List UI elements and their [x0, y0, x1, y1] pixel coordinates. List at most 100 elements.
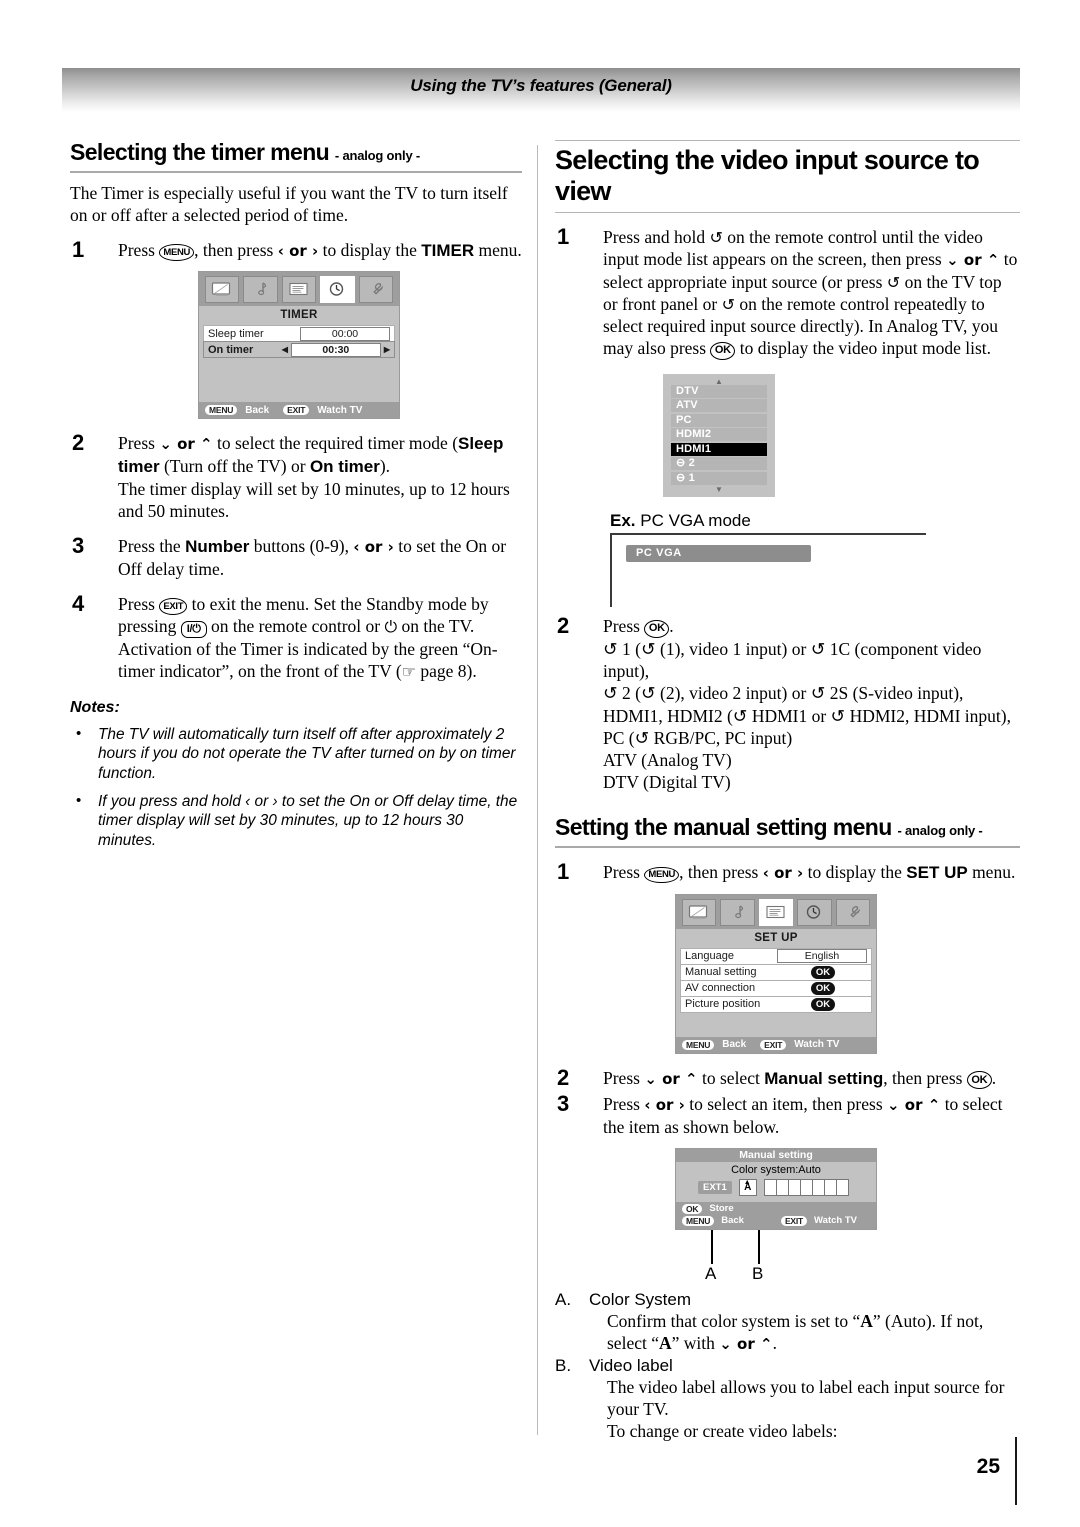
osd-title: TIMER [199, 306, 399, 326]
step-text-a: Press [118, 239, 160, 260]
source-item-video2[interactable]: ⊖ 2 [671, 457, 767, 471]
step-number: 1 [557, 224, 570, 249]
label-char-box[interactable] [823, 1178, 836, 1196]
osd-tab-sound-icon[interactable] [720, 898, 755, 926]
timer-step-2: 2 Press ⌄ or ⌃ to select the required ti… [70, 430, 522, 522]
power-key-icon: I/⏻ [180, 621, 207, 639]
running-header-title: Using the TV’s features (General) [410, 76, 672, 95]
osd-row-value: English [777, 949, 867, 964]
exit-key-badge: EXIT [780, 1215, 808, 1226]
number-bold: Number [185, 537, 250, 557]
step-text: Press MENU, then press ‹ or › to display… [603, 862, 1016, 884]
item-body: The video label allows you to label each… [589, 1376, 1020, 1442]
ms-step1-d: menu. [967, 862, 1016, 883]
osd-tab-feature-icon[interactable] [758, 898, 794, 926]
step-number: 4 [72, 590, 85, 616]
ms-step2-c: , then press [883, 1067, 967, 1088]
video-label-field[interactable] [763, 1178, 849, 1196]
color-system-field[interactable]: ▲ A [738, 1178, 757, 1196]
step-text: Press ‹ or › to select an item, then pre… [603, 1094, 1003, 1136]
osd-row-picture-position[interactable]: Picture position OK [680, 995, 872, 1013]
step-number: 1 [72, 236, 85, 262]
ms-field-row: EXT1 ▲ A [676, 1178, 876, 1202]
label-char-box[interactable] [775, 1178, 788, 1196]
section-heading-video-input: Selecting the video input source to view [555, 140, 1020, 213]
input-desc-line: ↺ 2 (↺ (2), video 2 input) or ↺ 2S (S-vi… [603, 683, 964, 704]
source-item-hdmi1-selected[interactable]: HDMI1 [671, 442, 767, 456]
timer-step-3: 3 Press the Number buttons (0-9), ‹ or ›… [70, 533, 522, 580]
step4-text-f: page 8). [416, 661, 477, 682]
label-char-box[interactable] [811, 1178, 824, 1196]
label-char-box[interactable] [787, 1178, 800, 1196]
callout-label-a: A [705, 1263, 717, 1283]
ok-key-icon: OK [644, 619, 670, 638]
step-number: 3 [557, 1091, 570, 1117]
ok-key-icon: OK [966, 1071, 992, 1090]
note-item: If you press and hold ‹ or › to set the … [70, 791, 522, 851]
manual-setting-step-1: 1 Press MENU, then press ‹ or › to displ… [555, 859, 1020, 884]
timer-step-4: 4 Press EXIT to exit the menu. Set the S… [70, 590, 522, 683]
osd-row-on-timer[interactable]: On timer ◀ 00:30 ▶ [203, 341, 395, 359]
left-right-arrow-icon: ‹ or › [277, 241, 319, 260]
item-title: Video label [589, 1355, 673, 1375]
menu-key-label: Back [721, 1215, 744, 1227]
source-item-dtv[interactable]: DTV [671, 384, 767, 398]
osd-tab-timer-icon[interactable] [797, 898, 832, 926]
scroll-up-caret-icon[interactable]: ▲ [671, 377, 767, 385]
osd-tab-timer-icon[interactable] [320, 276, 355, 304]
heading-main-text: Setting the manual setting menu [555, 814, 892, 841]
heading-suffix-text: - analog only - [897, 823, 983, 839]
osd-row-av-connection[interactable]: AV connection OK [680, 979, 872, 996]
step4-text-c: on the remote control or [206, 616, 385, 637]
step-number: 2 [72, 430, 85, 456]
osd-row-sleep-timer[interactable]: Sleep timer 00:00 [203, 325, 395, 342]
video-input-source-list: ▲ DTV ATV PC HDMI2 HDMI1 ⊖ 2 ⊖ 1 ▼ [663, 373, 775, 498]
step2-text-a: Press [118, 433, 160, 454]
label-char-box[interactable] [799, 1178, 812, 1196]
step-number: 2 [557, 613, 570, 639]
source-item-pc[interactable]: PC [671, 413, 767, 427]
label-char-box[interactable] [835, 1178, 849, 1196]
label-char-box[interactable] [763, 1178, 776, 1196]
right-column: Selecting the video input source to view… [555, 140, 1020, 1442]
menu-key-icon: MENU [159, 244, 195, 261]
step-text: Press the Number buttons (0-9), ‹ or › t… [118, 536, 506, 579]
osd-tab-strip [199, 272, 399, 307]
menu-key-label: Back [722, 1039, 747, 1051]
step-text: Press OK. ↺ 1 (↺ (1), video 1 input) or ↺… [603, 616, 1011, 792]
source-item-hdmi2[interactable]: HDMI2 [671, 428, 767, 442]
item-b-text-2: To change or create video labels: [607, 1420, 838, 1441]
step4-text-d: on the TV. [397, 616, 475, 637]
exit-key-label: Watch TV [317, 404, 363, 416]
callout-labels: A B [675, 1264, 875, 1286]
osd-tab-setup-icon[interactable] [358, 276, 394, 304]
osd-tab-picture-icon[interactable] [204, 276, 240, 304]
osd-tab-feature-icon[interactable] [281, 276, 317, 304]
page-number: 25 [976, 1455, 1000, 1478]
timer-intro-paragraph: The Timer is especially useful if you wa… [70, 182, 508, 225]
source-item-atv[interactable]: ATV [671, 399, 767, 413]
down-up-arrow-icon: ⌄ or ⌃ [887, 1096, 941, 1115]
notes-list: The TV will automatically turn itself of… [70, 724, 522, 851]
step3-text-a: Press the [118, 536, 186, 557]
pointing-hand-icon: ☞ [401, 662, 416, 682]
item-a-text-4: . [772, 1332, 777, 1353]
step2-line2: The timer display will set by 10 minutes… [118, 478, 510, 521]
ms-step1-c: to display the [803, 862, 907, 883]
left-right-arrow-icon: ‹ or › [644, 1096, 685, 1115]
ms-step3-b: to select an item, then press [684, 1094, 888, 1115]
osd-tab-picture-icon[interactable] [681, 898, 717, 926]
heading-underline [555, 212, 1020, 213]
source-item-video1[interactable]: ⊖ 1 [671, 471, 767, 485]
ext1-badge: EXT1 [698, 1180, 732, 1194]
osd-row-manual-setting[interactable]: Manual setting OK [680, 963, 872, 980]
osd-row-language[interactable]: Language English [680, 947, 872, 964]
item-a-text-3: ” with [671, 1332, 720, 1353]
video-input-step-1: 1 Press and hold ↺ on the remote control… [555, 224, 1020, 360]
osd-tab-setup-icon[interactable] [835, 898, 871, 926]
osd-tab-sound-icon[interactable] [243, 276, 278, 304]
osd-value-wrap: OK [779, 981, 867, 995]
item-letter: B. [555, 1355, 572, 1375]
scroll-down-caret-icon[interactable]: ▼ [671, 486, 767, 494]
timer-step-1: 1 Press MENU, then press ‹ or › to displ… [70, 236, 522, 262]
